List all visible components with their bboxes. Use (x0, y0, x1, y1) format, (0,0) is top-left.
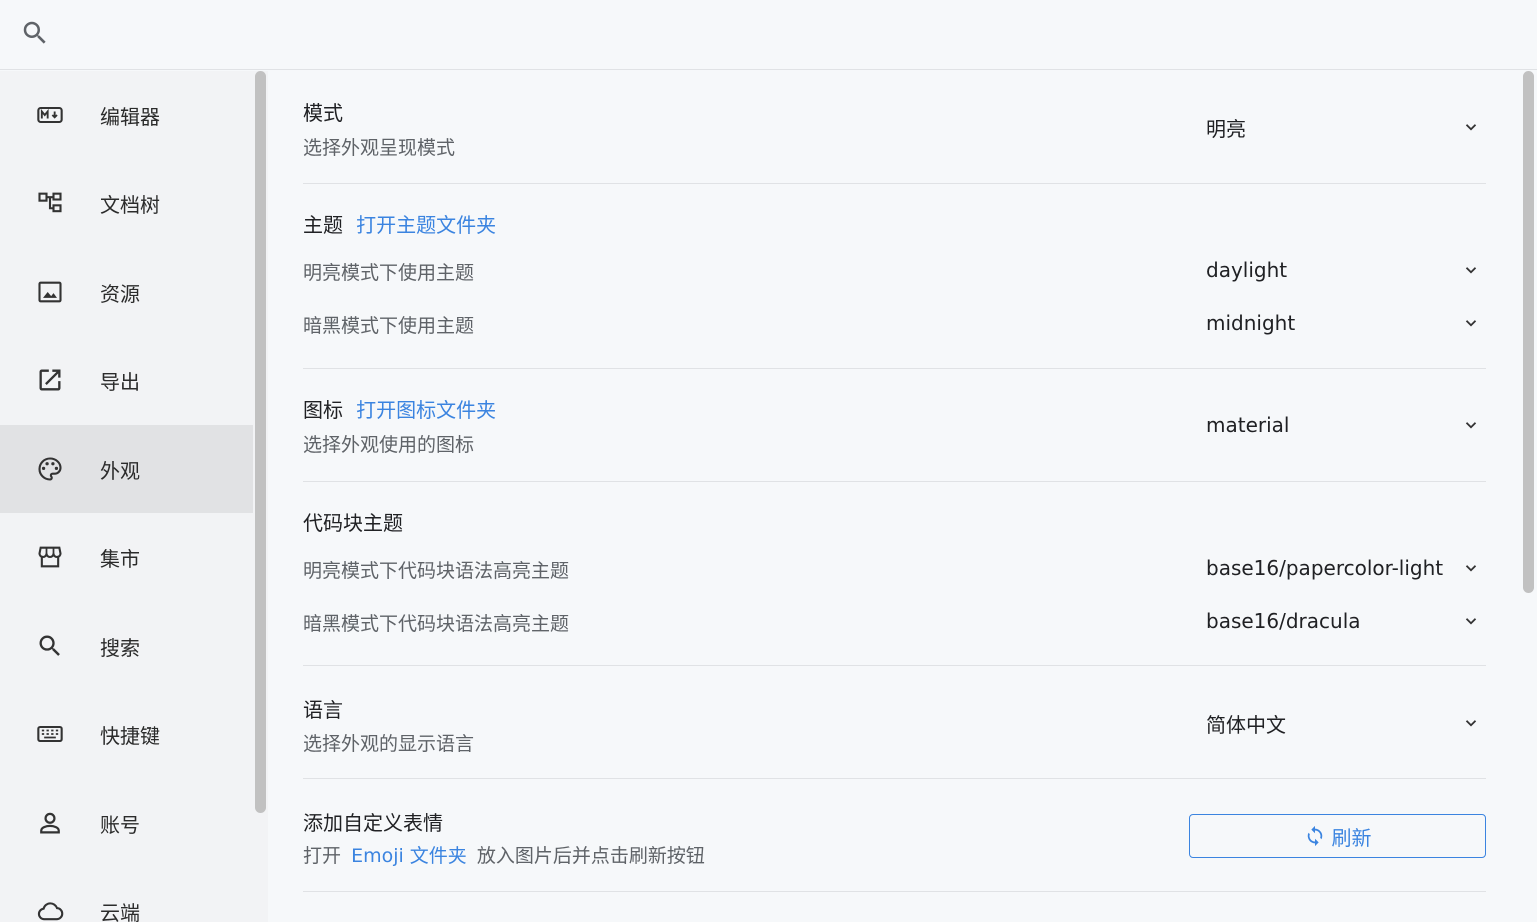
language-select[interactable]: 简体中文 (1206, 705, 1486, 741)
mode-select-value: 明亮 (1206, 116, 1246, 141)
divider (303, 665, 1486, 666)
image-icon (36, 278, 64, 306)
codeblock-light-select[interactable]: base16/papercolor-light (1206, 550, 1486, 586)
codeblock-dark-label: 暗黑模式下代码块语法高亮主题 (303, 613, 570, 635)
sidebar-scrollbar[interactable] (253, 71, 268, 922)
sidebar-item-cloud[interactable]: 云端 (0, 867, 253, 922)
sidebar-item-bazaar[interactable]: 集市 (0, 513, 253, 601)
markdown-icon (36, 101, 64, 129)
divider (303, 778, 1486, 779)
codeblock-dark-select[interactable]: base16/dracula (1206, 603, 1486, 639)
search-icon (36, 632, 64, 660)
sidebar-item-assets[interactable]: 资源 (0, 248, 253, 336)
sidebar-item-label: 编辑器 (100, 104, 160, 129)
export-icon (36, 366, 64, 394)
sidebar-item-label: 集市 (100, 546, 140, 571)
appearance-settings-panel: 模式 选择外观呈现模式 明亮 主题 打开主题文件夹 明亮模式下使用主题 dayl… (268, 71, 1520, 922)
open-icon-folder-link[interactable]: 打开图标文件夹 (356, 398, 496, 422)
theme-title: 主题 (303, 213, 343, 237)
chevron-down-icon (1465, 565, 1477, 572)
icon-select-value: material (1206, 413, 1290, 437)
settings-window: 编辑器 文档树 资源 导出 外观 集市 搜索 快捷键 账号 云端 模式 选择外观… (0, 0, 1537, 922)
divider (303, 183, 1486, 184)
settings-sidebar: 编辑器 文档树 资源 导出 外观 集市 搜索 快捷键 账号 云端 (0, 71, 268, 922)
sidebar-item-filetree[interactable]: 文档树 (0, 159, 253, 247)
codeblock-title: 代码块主题 (303, 511, 403, 535)
icon-select[interactable]: material (1206, 407, 1486, 443)
theme-header: 主题 打开主题文件夹 (303, 209, 496, 238)
open-theme-folder-link[interactable]: 打开主题文件夹 (356, 213, 496, 237)
chevron-down-icon (1465, 320, 1477, 327)
sidebar-item-editor[interactable]: 编辑器 (0, 71, 253, 159)
divider (303, 481, 1486, 482)
chevron-down-icon (1465, 267, 1477, 274)
sidebar-item-account[interactable]: 账号 (0, 779, 253, 867)
palette-icon (36, 455, 64, 483)
store-icon (36, 543, 64, 571)
custom-emoji-title: 添加自定义表情 (303, 811, 443, 835)
divider (303, 368, 1486, 369)
keyboard-icon (36, 720, 64, 748)
codeblock-dark-value: base16/dracula (1206, 609, 1361, 633)
dark-theme-value: midnight (1206, 311, 1296, 335)
main-scrollbar-thumb[interactable] (1523, 71, 1534, 593)
file-tree-icon (36, 189, 64, 217)
language-description: 选择外观的显示语言 (303, 733, 475, 755)
codeblock-light-label: 明亮模式下代码块语法高亮主题 (303, 560, 570, 582)
sidebar-item-label: 资源 (100, 281, 140, 306)
open-emoji-folder-link[interactable]: Emoji 文件夹 (351, 845, 467, 867)
icon-header: 图标 打开图标文件夹 (303, 394, 496, 423)
sidebar-scrollbar-thumb[interactable] (255, 71, 266, 813)
codeblock-light-value: base16/papercolor-light (1206, 556, 1444, 580)
divider (303, 891, 1486, 892)
mode-description: 选择外观呈现模式 (303, 137, 456, 159)
sidebar-item-label: 云端 (100, 900, 140, 922)
chevron-down-icon (1465, 422, 1477, 429)
mode-title: 模式 (303, 101, 343, 125)
light-theme-value: daylight (1206, 258, 1288, 282)
sidebar-item-search[interactable]: 搜索 (0, 602, 253, 690)
language-title: 语言 (303, 698, 343, 722)
chevron-down-icon (1465, 720, 1477, 727)
sidebar-item-appearance[interactable]: 外观 (0, 425, 253, 513)
mode-select[interactable]: 明亮 (1206, 109, 1486, 145)
light-theme-select[interactable]: daylight (1206, 252, 1486, 288)
refresh-emoji-button[interactable]: 刷新 (1189, 814, 1486, 858)
emoji-desc-suffix: 放入图片后并点击刷新按钮 (476, 845, 705, 867)
sidebar-item-label: 文档树 (100, 192, 160, 217)
icon-title: 图标 (303, 398, 343, 422)
light-theme-label: 明亮模式下使用主题 (303, 262, 475, 284)
cloud-icon (36, 897, 64, 922)
sidebar-item-label: 搜索 (100, 635, 140, 660)
sidebar-item-label: 快捷键 (100, 723, 160, 748)
custom-emoji-description: 打开 Emoji 文件夹 放入图片后并点击刷新按钮 (303, 841, 705, 868)
emoji-desc-prefix: 打开 (303, 845, 342, 867)
dark-theme-select[interactable]: midnight (1206, 305, 1486, 341)
main-scrollbar[interactable] (1520, 71, 1537, 922)
refresh-icon (1307, 825, 1322, 847)
icon-description: 选择外观使用的图标 (303, 434, 475, 456)
chevron-down-icon (1465, 618, 1477, 625)
search-input[interactable] (64, 14, 1504, 54)
sidebar-item-label: 账号 (100, 812, 140, 837)
sidebar-item-label: 导出 (100, 369, 140, 394)
account-icon (36, 809, 64, 837)
sidebar-item-export[interactable]: 导出 (0, 336, 253, 424)
language-select-value: 简体中文 (1206, 712, 1286, 737)
chevron-down-icon (1465, 124, 1477, 131)
sidebar-item-label: 外观 (100, 458, 140, 483)
top-search-bar (0, 0, 1537, 70)
refresh-button-label: 刷新 (1331, 825, 1372, 850)
search-icon (23, 21, 46, 44)
sidebar-item-keymap[interactable]: 快捷键 (0, 690, 253, 778)
dark-theme-label: 暗黑模式下使用主题 (303, 315, 475, 337)
